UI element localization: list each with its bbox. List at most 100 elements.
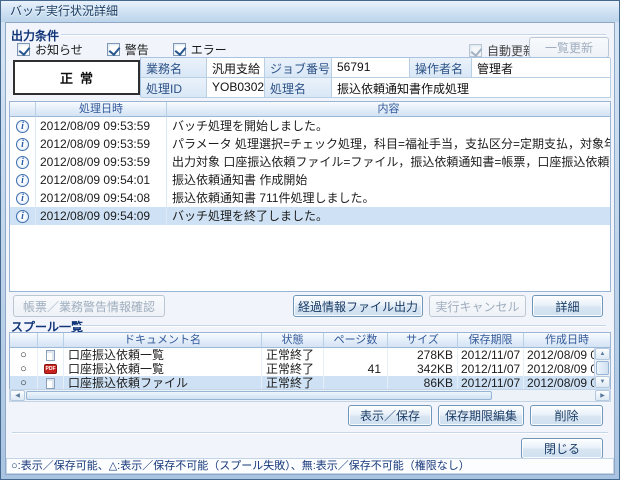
availability-mark: ○ xyxy=(10,376,38,390)
spool-horizontal-scrollbar[interactable]: ◀ ▶ xyxy=(9,389,611,402)
auto-update-checkbox[interactable] xyxy=(469,44,482,57)
info-icon: i xyxy=(16,174,29,187)
scroll-down-icon[interactable]: ▼ xyxy=(595,376,610,388)
log-row[interactable]: i 2012/08/09 09:53:59 出力対象 口座振込依頼ファイル=ファ… xyxy=(10,153,610,171)
process-log-header: 処理日時 内容 xyxy=(10,102,610,117)
status-box: 正常 xyxy=(13,60,140,95)
spool-header-created[interactable]: 作成日時 xyxy=(524,333,610,348)
log-row[interactable]: i 2012/08/09 09:53:59 バッチ処理を開始しました。 xyxy=(10,117,610,135)
file-size: 342KB xyxy=(388,362,458,376)
spool-header-icon-col xyxy=(38,333,64,348)
spool-table-header: ドキュメント名 状態 ページ数 サイズ 保存期限 作成日時 xyxy=(10,333,610,348)
spool-header-mark-col xyxy=(10,333,38,348)
error-checkbox-label: エラー xyxy=(191,41,227,58)
legend-bar: ○:表示／保存可能、△:表示／保存不可能（スプール失敗）、無:表示／保存不可能（… xyxy=(6,458,614,474)
dialog-title: バッチ実行状況詳細 xyxy=(10,4,118,18)
log-time: 2012/08/09 09:53:59 xyxy=(36,153,167,171)
log-row[interactable]: i 2012/08/09 09:54:08 振込依頼通知書 711件処理しました… xyxy=(10,189,610,207)
retention-date: 2012/11/07 xyxy=(458,362,524,376)
progress-file-output-button[interactable]: 経過情報ファイル出力 xyxy=(293,295,423,317)
log-row[interactable]: i 2012/08/09 09:54:01 振込依頼通知書 作成開始 xyxy=(10,171,610,189)
page-count xyxy=(324,376,388,390)
output-condition-checkboxes: お知らせ 警告 エラー xyxy=(17,41,227,58)
log-content: 振込依頼通知書 作成開始 xyxy=(167,171,610,189)
job-number-label: ジョブ番号 xyxy=(265,58,332,78)
spool-row-selected[interactable]: ○ 口座振込依頼ファイル 正常終了 86KB 2012/11/07 2012/0… xyxy=(10,376,610,390)
operator-name-label: 操作者名 xyxy=(410,58,472,78)
created-datetime: 2012/08/09 09:5 xyxy=(524,362,596,376)
log-time: 2012/08/09 09:54:01 xyxy=(36,171,167,189)
error-checkbox[interactable] xyxy=(173,43,186,56)
log-content: バッチ処理を終了しました。 xyxy=(167,207,610,225)
info-icon: i xyxy=(16,120,29,133)
process-id-value: YOB03020 xyxy=(207,78,265,98)
close-button[interactable]: 閉じる xyxy=(521,438,603,459)
spool-row[interactable]: ○ 口座振込依頼一覧 正常終了 278KB 2012/11/07 2012/08… xyxy=(10,348,610,362)
created-datetime: 2012/08/09 09:5 xyxy=(524,376,596,390)
log-header-icon-col xyxy=(10,102,36,117)
log-header-time[interactable]: 処理日時 xyxy=(36,102,167,117)
scroll-right-icon[interactable]: ▶ xyxy=(595,390,610,401)
notice-checkbox-item[interactable]: お知らせ xyxy=(17,41,83,58)
legend-text: ○:表示／保存可能、△:表示／保存不可能（スプール失敗）、無:表示／保存不可能（… xyxy=(11,460,470,472)
info-icon: i xyxy=(16,192,29,205)
process-name-value: 振込依頼通知書作成処理 xyxy=(332,78,611,98)
spool-vertical-scrollbar[interactable]: ▲ ▼ xyxy=(594,348,610,388)
document-name: 口座振込依頼一覧 xyxy=(64,348,262,362)
warning-checkbox[interactable] xyxy=(107,43,120,56)
spool-header-size[interactable]: サイズ xyxy=(388,333,458,348)
spool-header-pages[interactable]: ページ数 xyxy=(324,333,388,348)
log-row[interactable]: i 2012/08/09 09:53:59 パラメータ 処理選択=チェック処理，… xyxy=(10,135,610,153)
detail-button[interactable]: 詳細 xyxy=(532,295,603,317)
scroll-left-icon[interactable]: ◀ xyxy=(10,390,25,401)
refresh-list-button[interactable]: 一覧更新 xyxy=(529,37,609,58)
process-name-label: 処理名 xyxy=(265,78,332,98)
created-datetime: 2012/08/09 09:5 xyxy=(524,348,596,362)
log-time: 2012/08/09 09:53:59 xyxy=(36,117,167,135)
operator-name-value: 管理者 xyxy=(472,58,611,78)
spool-list-rule xyxy=(73,325,606,326)
vertical-scroll-thumb[interactable] xyxy=(596,361,609,374)
document-file-icon xyxy=(46,378,55,389)
process-log-table: 処理日時 内容 i 2012/08/09 09:53:59 バッチ処理を開始しま… xyxy=(9,101,611,292)
warning-checkbox-item[interactable]: 警告 xyxy=(107,41,149,58)
spool-table: ドキュメント名 状態 ページ数 サイズ 保存期限 作成日時 ○ 口座振込依頼一覧… xyxy=(9,332,611,389)
log-time: 2012/08/09 09:54:08 xyxy=(36,189,167,207)
log-header-content[interactable]: 内容 xyxy=(167,102,610,117)
spool-header-retention[interactable]: 保存期限 xyxy=(458,333,524,348)
notice-checkbox[interactable] xyxy=(17,43,30,56)
spool-header-document[interactable]: ドキュメント名 xyxy=(64,333,262,348)
availability-mark: ○ xyxy=(10,362,38,376)
spool-row[interactable]: ○ PDF 口座振込依頼一覧 正常終了 41 342KB 2012/11/07 … xyxy=(10,362,610,376)
spool-status: 正常終了 xyxy=(262,362,324,376)
process-id-label: 処理ID xyxy=(141,78,207,98)
document-name: 口座振込依頼一覧 xyxy=(64,362,262,376)
log-content: 出力対象 口座振込依頼ファイル=ファイル，振込依頼通知書=帳票，口座振込依頼一覧… xyxy=(167,153,610,171)
spool-status: 正常終了 xyxy=(262,376,324,390)
dialog-titlebar[interactable]: バッチ実行状況詳細 xyxy=(1,1,620,22)
availability-mark: ○ xyxy=(10,348,38,362)
error-checkbox-item[interactable]: エラー xyxy=(173,41,227,58)
view-save-button[interactable]: 表示／保存 xyxy=(348,405,432,426)
retention-date: 2012/11/07 xyxy=(458,376,524,390)
spool-header-status[interactable]: 状態 xyxy=(262,333,324,348)
horizontal-scroll-thumb[interactable] xyxy=(26,391,492,400)
job-number-value: 56791 xyxy=(332,58,410,78)
spool-status: 正常終了 xyxy=(262,348,324,362)
report-warning-info-button[interactable]: 帳票／業務警告情報確認 xyxy=(13,295,165,317)
log-time: 2012/08/09 09:53:59 xyxy=(36,135,167,153)
page-count xyxy=(324,348,388,362)
log-content: バッチ処理を開始しました。 xyxy=(167,117,610,135)
info-icon: i xyxy=(16,210,29,223)
warning-checkbox-label: 警告 xyxy=(125,41,149,58)
pdf-file-icon: PDF xyxy=(44,364,57,374)
info-icon: i xyxy=(16,138,29,151)
file-size: 278KB xyxy=(388,348,458,362)
scroll-up-icon[interactable]: ▲ xyxy=(595,348,610,360)
log-row-selected[interactable]: i 2012/08/09 09:54:09 バッチ処理を終了しました。 xyxy=(10,207,610,225)
log-content: パラメータ 処理選択=チェック処理，科目=福祉手当，支払区分=定期支払，対象年月… xyxy=(167,135,610,153)
edit-retention-button[interactable]: 保存期限編集 xyxy=(438,405,524,426)
execution-cancel-button[interactable]: 実行キャンセル xyxy=(429,295,526,317)
delete-button[interactable]: 削除 xyxy=(530,405,603,426)
notice-checkbox-label: お知らせ xyxy=(35,41,83,58)
